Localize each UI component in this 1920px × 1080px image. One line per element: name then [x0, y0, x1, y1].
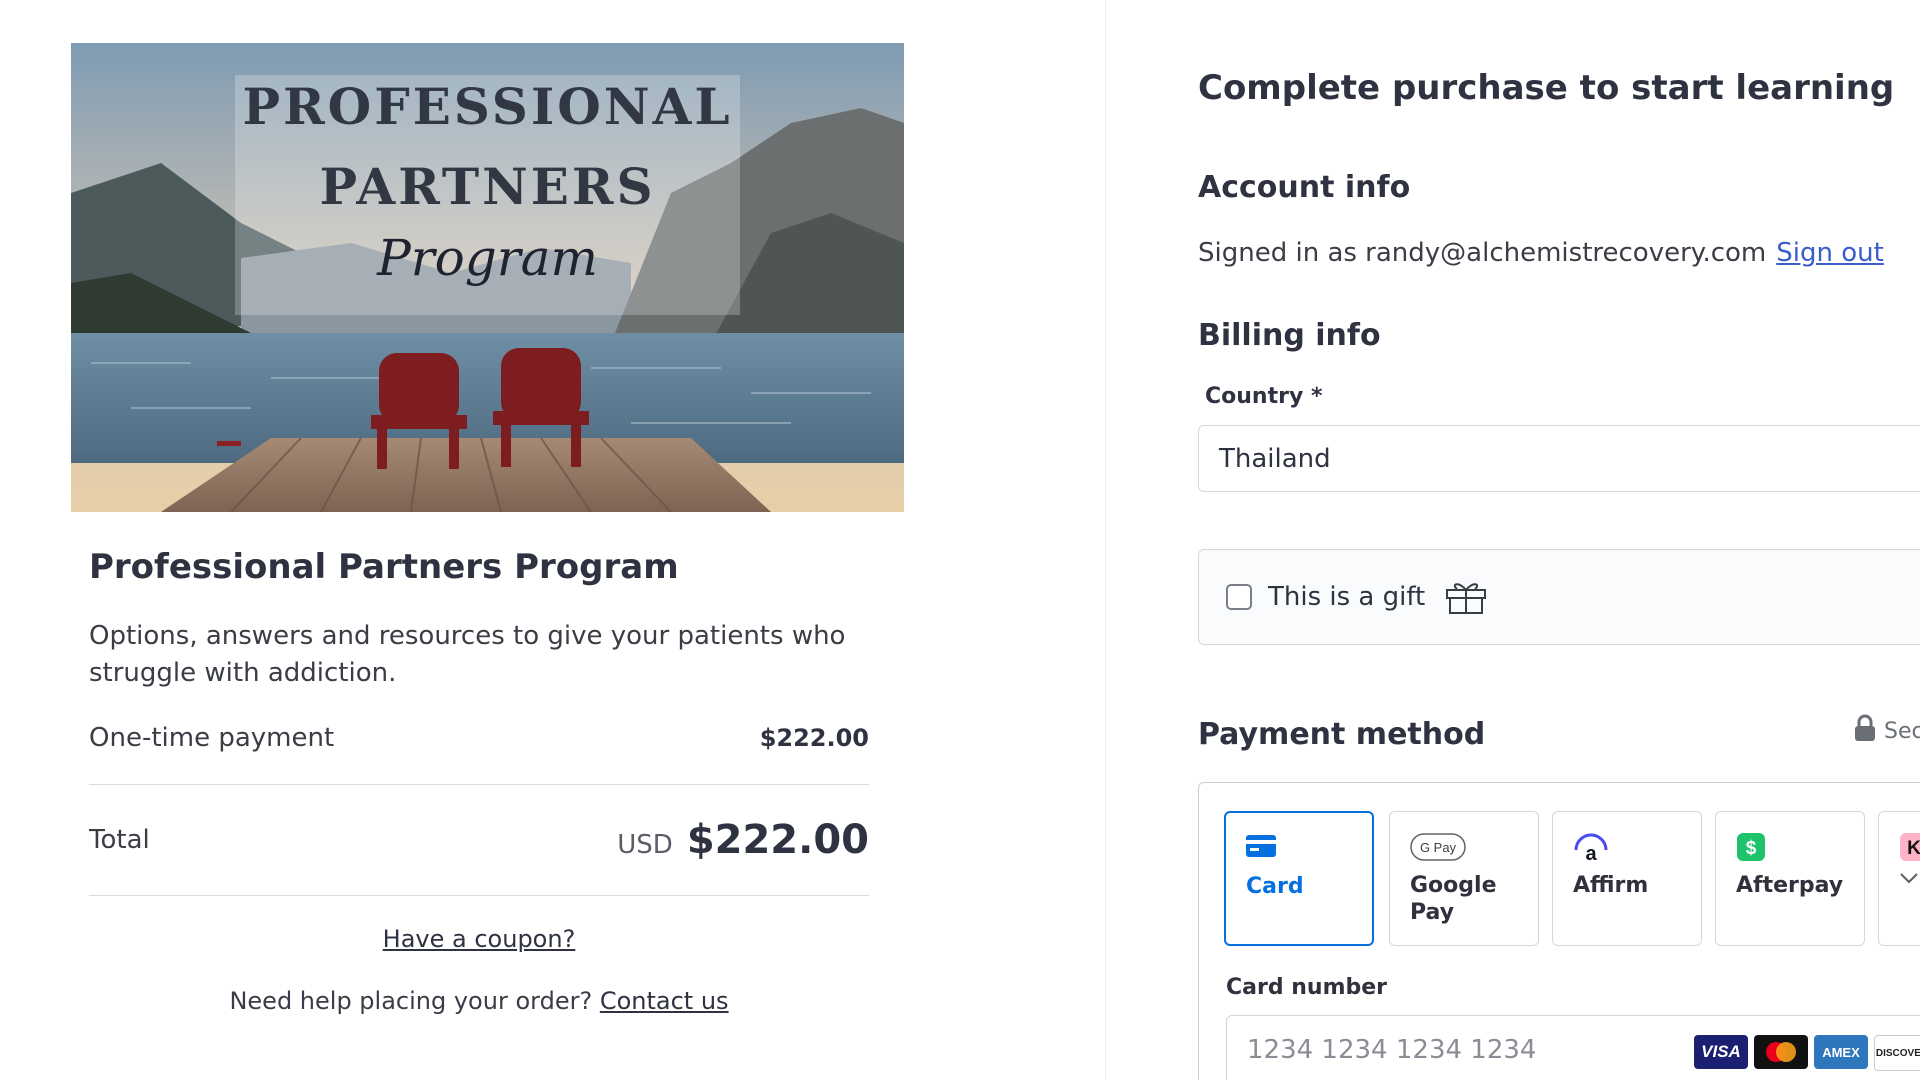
banner-title-line1: PROFESSIONAL — [242, 77, 733, 136]
gift-label: This is a gift — [1268, 582, 1426, 612]
tab-google-pay-label: Google Pay — [1410, 873, 1497, 925]
amex-icon: AMEX — [1814, 1035, 1868, 1069]
afterpay-icon-text: $ — [1746, 838, 1757, 859]
afterpay-icon: $ — [1736, 832, 1864, 862]
tab-afterpay-label: Afterpay — [1736, 873, 1844, 898]
tab-afterpay[interactable]: $ Afterpay — [1715, 811, 1865, 946]
onetime-payment-row: One-time payment $222.00 — [89, 718, 869, 758]
tab-affirm-label: Affirm — [1573, 873, 1649, 898]
tab-card-label: Card — [1246, 874, 1304, 899]
visa-icon: VISA — [1694, 1035, 1748, 1069]
google-pay-icon: G Pay — [1410, 832, 1538, 862]
payment-method-heading: Payment method — [1198, 717, 1486, 752]
secure-indicator: Sec — [1854, 714, 1920, 748]
chevron-down-icon — [1899, 870, 1920, 889]
country-select[interactable]: Thailand — [1198, 425, 1920, 492]
gift-checkbox[interactable] — [1226, 584, 1252, 610]
banner-script-title: Program — [377, 229, 598, 287]
total-label: Total — [89, 825, 150, 855]
banner-title-line2: PARTNERS — [319, 157, 656, 216]
credit-card-icon — [1246, 833, 1372, 863]
tab-card[interactable]: Card — [1224, 811, 1374, 946]
checkout-panel: Complete purchase to start learning Acco… — [1106, 0, 1920, 1080]
account-info-heading: Account info — [1198, 170, 1411, 205]
affirm-icon: a — [1573, 832, 1701, 865]
summary-divider — [89, 784, 869, 785]
total-value: $222.00 — [686, 817, 869, 863]
discover-icon: DISCOVER — [1874, 1035, 1920, 1071]
klarna-icon-text: K — [1907, 838, 1920, 859]
onetime-payment-value: $222.00 — [759, 724, 869, 752]
sign-out-link[interactable]: Sign out — [1776, 238, 1884, 268]
signed-in-row: Signed in as randy@alchemistrecovery.com… — [1198, 238, 1884, 268]
mastercard-icon — [1754, 1035, 1808, 1069]
coupon-row: Have a coupon? — [89, 925, 869, 953]
total-amount: USD $222.00 — [617, 817, 869, 863]
google-pay-icon-text: G Pay — [1420, 840, 1457, 855]
product-description: Options, answers and resources to give y… — [89, 621, 846, 688]
help-row: Need help placing your order? Contact us — [89, 987, 869, 1015]
total-currency: USD — [617, 830, 673, 860]
product-title: Professional Partners Program — [89, 547, 679, 587]
contact-us-link[interactable]: Contact us — [600, 987, 729, 1015]
lock-icon — [1854, 714, 1876, 748]
gift-option-box: This is a gift — [1198, 549, 1920, 645]
total-row: Total USD $222.00 — [89, 815, 869, 865]
checkout-title: Complete purchase to start learning — [1198, 68, 1895, 108]
affirm-icon-text: a — [1585, 843, 1597, 862]
card-number-label: Card number — [1226, 975, 1388, 1000]
help-text: Need help placing your order? — [229, 987, 593, 1015]
secure-text: Sec — [1884, 718, 1920, 744]
order-summary-panel: PROFESSIONAL PARTNERS Program Profession… — [0, 0, 1105, 1080]
country-label: Country * — [1205, 384, 1323, 409]
country-value: Thailand — [1219, 443, 1331, 474]
total-divider — [89, 895, 869, 896]
tab-affirm[interactable]: a Affirm — [1552, 811, 1702, 946]
tab-klarna[interactable]: K — [1878, 811, 1920, 946]
signed-in-text: Signed in as randy@alchemistrecovery.com — [1198, 238, 1767, 268]
klarna-icon: K — [1899, 832, 1920, 862]
card-number-placeholder: 1234 1234 1234 1234 — [1247, 1035, 1537, 1065]
gift-icon — [1445, 579, 1487, 615]
tab-google-pay[interactable]: G Pay Google Pay — [1389, 811, 1539, 946]
have-coupon-link[interactable]: Have a coupon? — [383, 925, 576, 953]
billing-info-heading: Billing info — [1198, 318, 1381, 353]
product-banner-image: PROFESSIONAL PARTNERS Program — [71, 43, 904, 512]
onetime-payment-label: One-time payment — [89, 723, 335, 753]
